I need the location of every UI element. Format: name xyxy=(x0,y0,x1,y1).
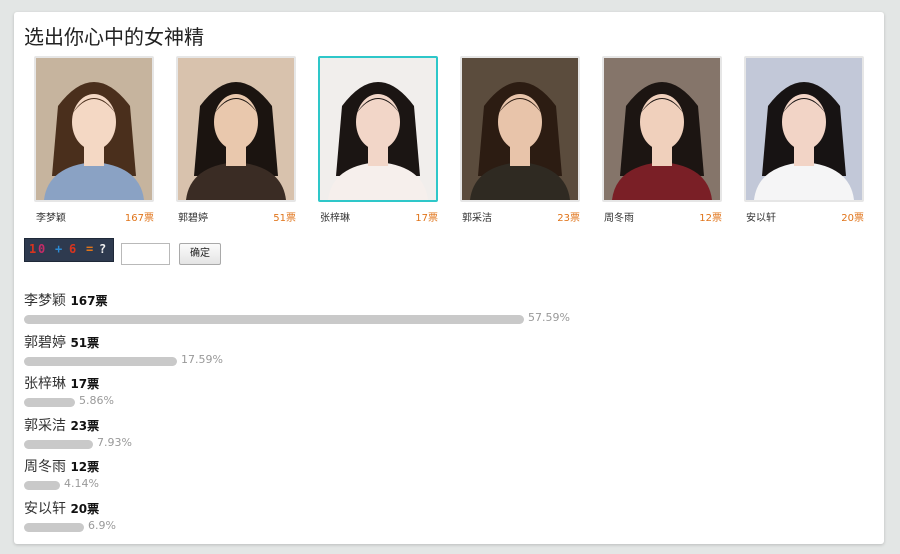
candidate-votes: 17票 xyxy=(415,213,438,224)
result-bar xyxy=(24,439,93,449)
captcha-char: 6 xyxy=(69,242,77,256)
result-row: 李梦颖 167票 57.59% xyxy=(24,290,864,332)
candidate-photo[interactable] xyxy=(602,56,722,202)
result-votes: 20票 xyxy=(70,501,100,516)
result-bar xyxy=(24,315,524,324)
result-row: 周冬雨 12票 4.14% xyxy=(24,456,864,498)
portrait-silhouette xyxy=(470,82,570,200)
candidate-name[interactable]: 周冬雨 xyxy=(604,209,634,224)
result-percent: 7.93% xyxy=(97,435,132,449)
result-votes: 167票 xyxy=(70,294,108,308)
candidate-votes: 51票 xyxy=(273,213,296,224)
candidate-photo[interactable] xyxy=(34,56,154,202)
result-percent: 17.59% xyxy=(181,352,223,366)
candidate-5[interactable]: 周冬雨 12票 xyxy=(602,56,724,228)
candidate-6[interactable]: 安以轩 20票 xyxy=(744,56,866,228)
results-list: 李梦颖 167票 57.59% 郭碧婷 51票 17.59% 张梓琳 17票 5… xyxy=(24,290,864,539)
captcha-image[interactable]: 1 0 + 6 = ? xyxy=(24,238,114,262)
result-bar xyxy=(24,481,60,490)
result-votes: 17票 xyxy=(70,377,100,391)
result-votes: 23票 xyxy=(70,418,100,433)
candidate-list: 李梦颖 167票 郭碧婷 51票 张梓琳 17票 郭采洁 23票 周冬雨 12票… xyxy=(34,56,874,228)
candidate-photo[interactable] xyxy=(176,56,296,202)
candidate-name[interactable]: 郭碧婷 xyxy=(178,209,208,224)
result-name: 李梦颖 xyxy=(24,293,66,309)
candidate-name[interactable]: 张梓琳 xyxy=(320,209,350,224)
poll-card: 选出你心中的女神精 李梦颖 167票 郭碧婷 51票 张梓琳 17票 郭采洁 2… xyxy=(14,12,884,544)
captcha-answer-input[interactable] xyxy=(121,243,170,265)
candidate-3[interactable]: 张梓琳 17票 xyxy=(318,56,440,228)
result-bar xyxy=(24,398,75,407)
captcha-char: = xyxy=(86,242,94,256)
poll-title: 选出你心中的女神精 xyxy=(24,25,204,49)
result-name: 周冬雨 xyxy=(24,459,66,475)
captcha-char: 1 xyxy=(29,242,37,256)
result-percent: 5.86% xyxy=(79,394,114,407)
captcha-char: 0 xyxy=(38,242,46,256)
result-row: 郭碧婷 51票 17.59% xyxy=(24,332,864,374)
captcha-char: + xyxy=(55,242,63,256)
portrait-silhouette xyxy=(186,82,286,200)
result-percent: 57.59% xyxy=(528,311,570,324)
candidate-name[interactable]: 李梦颖 xyxy=(36,209,66,224)
result-percent: 6.9% xyxy=(88,518,116,532)
candidate-2[interactable]: 郭碧婷 51票 xyxy=(176,56,298,228)
candidate-photo[interactable] xyxy=(744,56,864,202)
candidate-votes: 12票 xyxy=(699,213,722,224)
result-name: 安以轩 xyxy=(24,500,66,517)
portrait-silhouette xyxy=(328,82,428,200)
result-name: 张梓琳 xyxy=(24,376,66,392)
result-bar xyxy=(24,522,84,532)
result-row: 张梓琳 17票 5.86% xyxy=(24,373,864,415)
result-votes: 51票 xyxy=(70,335,100,350)
candidate-votes: 23票 xyxy=(557,213,580,224)
portrait-silhouette xyxy=(44,82,144,200)
result-row: 郭采洁 23票 7.93% xyxy=(24,415,864,457)
candidate-votes: 20票 xyxy=(841,213,864,224)
candidate-photo[interactable] xyxy=(460,56,580,202)
confirm-button[interactable]: 确定 xyxy=(179,243,221,265)
portrait-silhouette xyxy=(612,82,712,200)
captcha-char: ? xyxy=(99,242,107,256)
result-bar xyxy=(24,356,177,366)
result-row: 安以轩 20票 6.9% xyxy=(24,498,864,540)
portrait-silhouette xyxy=(754,82,854,200)
result-percent: 4.14% xyxy=(64,477,99,490)
result-votes: 12票 xyxy=(70,460,100,474)
candidate-photo[interactable] xyxy=(318,56,438,202)
result-name: 郭碧婷 xyxy=(24,334,66,351)
candidate-name[interactable]: 安以轩 xyxy=(746,209,776,224)
candidate-4[interactable]: 郭采洁 23票 xyxy=(460,56,582,228)
candidate-name[interactable]: 郭采洁 xyxy=(462,209,492,224)
candidate-votes: 167票 xyxy=(124,213,154,224)
result-name: 郭采洁 xyxy=(24,417,66,434)
candidate-1[interactable]: 李梦颖 167票 xyxy=(34,56,156,228)
